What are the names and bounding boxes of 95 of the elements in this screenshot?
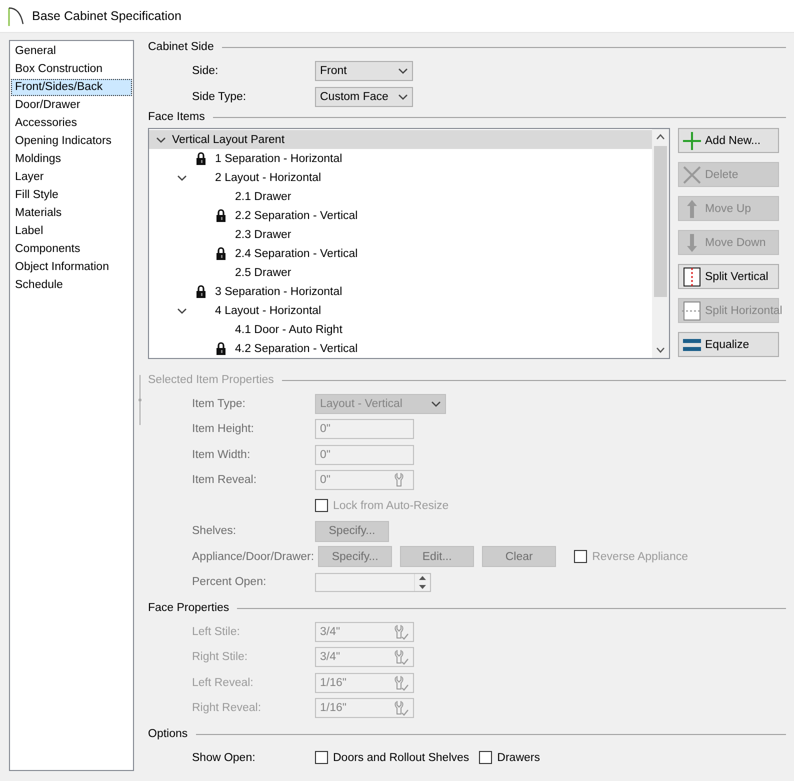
tree-item[interactable]: 2.3 Drawer bbox=[149, 225, 652, 244]
split-horizontal-icon bbox=[682, 300, 702, 320]
category-item[interactable]: Fill Style bbox=[11, 187, 132, 204]
tree-item-label: 2 Layout - Horizontal bbox=[214, 172, 322, 184]
lock-icon bbox=[216, 342, 226, 355]
field-label: Appliance/Door/Drawer: bbox=[191, 550, 316, 563]
section-title: Selected Item Properties bbox=[148, 374, 274, 386]
lock-icon bbox=[216, 209, 226, 222]
tree-item[interactable]: 1 Separation - Horizontal bbox=[149, 149, 652, 168]
tree-item-label: 2.1 Drawer bbox=[234, 190, 292, 202]
category-item[interactable]: Opening Indicators bbox=[11, 133, 132, 150]
tree-item-label: 1 Separation - Horizontal bbox=[214, 152, 342, 164]
checkbox-label: Drawers bbox=[497, 752, 540, 764]
tree-item[interactable]: 3 Separation - Horizontal bbox=[149, 282, 652, 301]
category-item[interactable]: General bbox=[11, 43, 132, 60]
toolbar-button[interactable]: Add New... bbox=[678, 128, 779, 153]
checkbox[interactable] bbox=[479, 751, 492, 764]
field-label: Item Reveal: bbox=[191, 474, 258, 486]
category-item[interactable]: Layer bbox=[11, 169, 132, 186]
field-label: Item Width: bbox=[191, 448, 252, 461]
checkbox-label: Lock from Auto-Resize bbox=[333, 500, 449, 512]
scroll-up-icon[interactable] bbox=[656, 134, 665, 140]
field-label: Left Stile: bbox=[191, 626, 241, 638]
category-item[interactable]: Door/Drawer bbox=[11, 97, 132, 114]
scroll-down-icon[interactable] bbox=[656, 347, 665, 353]
field-label: Item Type: bbox=[191, 398, 246, 410]
tree-item[interactable]: 4.1 Door - Auto Right bbox=[149, 320, 652, 339]
section-title: Face Properties bbox=[148, 602, 230, 614]
field-label: Percent Open: bbox=[191, 576, 268, 588]
spin-down-icon[interactable] bbox=[419, 584, 426, 588]
category-item[interactable]: Object Information bbox=[11, 259, 132, 276]
plus-icon bbox=[682, 130, 702, 150]
splitter-handle[interactable] bbox=[138, 375, 143, 425]
close-icon bbox=[682, 164, 702, 184]
window-title: Base Cabinet Specification bbox=[32, 9, 182, 23]
lock-icon bbox=[196, 285, 206, 298]
tree-item-label: 2.5 Drawer bbox=[234, 266, 292, 278]
tree-item[interactable]: 4 Layout - Horizontal bbox=[149, 301, 652, 320]
up-arrow-icon bbox=[686, 198, 698, 218]
field-label: Right Reveal: bbox=[191, 702, 262, 714]
tree-item[interactable]: Vertical Layout Parent bbox=[149, 130, 652, 149]
category-item[interactable]: Components bbox=[11, 241, 132, 258]
section-title: Face Items bbox=[148, 111, 205, 123]
field-label: Left Reveal: bbox=[191, 676, 254, 689]
chevron-icon[interactable] bbox=[177, 308, 187, 314]
tree-item-label: 4.1 Door - Auto Right bbox=[234, 324, 342, 336]
chevron-icon[interactable] bbox=[156, 136, 166, 142]
split-vertical-icon bbox=[683, 266, 701, 286]
tree-item-label: 3 Separation - Horizontal bbox=[214, 286, 342, 298]
tree-item-label: 4 Layout - Horizontal bbox=[214, 304, 322, 316]
category-item[interactable]: Box Construction bbox=[11, 61, 132, 78]
checkbox[interactable] bbox=[315, 751, 328, 764]
tree-item-label: Vertical Layout Parent bbox=[171, 134, 285, 146]
tree-item-label: 2.2 Separation - Vertical bbox=[234, 210, 358, 222]
tree-item[interactable]: 2 Layout - Horizontal bbox=[149, 168, 652, 187]
tree-item[interactable]: 2.4 Separation - Vertical bbox=[149, 244, 652, 263]
lock-icon bbox=[196, 152, 206, 165]
toolbar-button[interactable]: Split Vertical bbox=[678, 264, 779, 289]
category-item[interactable]: Front/Sides/Back bbox=[11, 79, 132, 96]
tree-item-label: 4.2 Separation - Vertical bbox=[234, 342, 358, 354]
checkbox-label: Doors and Rollout Shelves bbox=[333, 752, 470, 764]
field-label: Right Stile: bbox=[191, 651, 249, 664]
field-label: Show Open: bbox=[191, 752, 256, 764]
section-title: Options bbox=[148, 728, 188, 740]
tree-item[interactable]: 2.1 Drawer bbox=[149, 187, 652, 206]
tree-item[interactable]: 4.2 Separation - Vertical bbox=[149, 339, 652, 358]
chevron-icon[interactable] bbox=[177, 174, 187, 180]
dropdown[interactable]: Custom Face bbox=[315, 87, 413, 107]
field-label: Side: bbox=[191, 65, 220, 77]
checkbox-label: Reverse Appliance bbox=[592, 550, 688, 563]
equalize-icon bbox=[682, 338, 702, 352]
category-item[interactable]: Accessories bbox=[11, 115, 132, 132]
chevron-icon[interactable] bbox=[398, 94, 408, 100]
spin-up-icon[interactable] bbox=[419, 576, 426, 580]
section-title: Cabinet Side bbox=[148, 41, 214, 53]
tree-item-label: 2.4 Separation - Vertical bbox=[234, 248, 358, 260]
tree-item[interactable]: 2.5 Drawer bbox=[149, 263, 652, 282]
category-item[interactable]: Schedule bbox=[11, 277, 132, 294]
field-label: Shelves: bbox=[191, 525, 238, 538]
tree-item-label: 2.3 Drawer bbox=[234, 228, 292, 240]
lock-icon bbox=[216, 247, 226, 260]
dropdown[interactable]: Front bbox=[315, 61, 413, 81]
cabinet-arc-icon bbox=[8, 6, 24, 26]
category-item[interactable]: Materials bbox=[11, 205, 132, 222]
category-item[interactable]: Moldings bbox=[11, 151, 132, 168]
scrollbar[interactable] bbox=[652, 129, 669, 358]
scrollbar-thumb[interactable] bbox=[654, 146, 667, 297]
field-label: Side Type: bbox=[191, 91, 248, 103]
category-item[interactable]: Label bbox=[11, 223, 132, 240]
chevron-icon[interactable] bbox=[398, 68, 408, 74]
field-label: Item Height: bbox=[191, 423, 255, 436]
tree-item[interactable]: 2.2 Separation - Vertical bbox=[149, 206, 652, 225]
toolbar-button[interactable]: Equalize bbox=[678, 332, 779, 357]
down-arrow-icon bbox=[686, 232, 698, 252]
spin-field[interactable] bbox=[315, 572, 431, 592]
